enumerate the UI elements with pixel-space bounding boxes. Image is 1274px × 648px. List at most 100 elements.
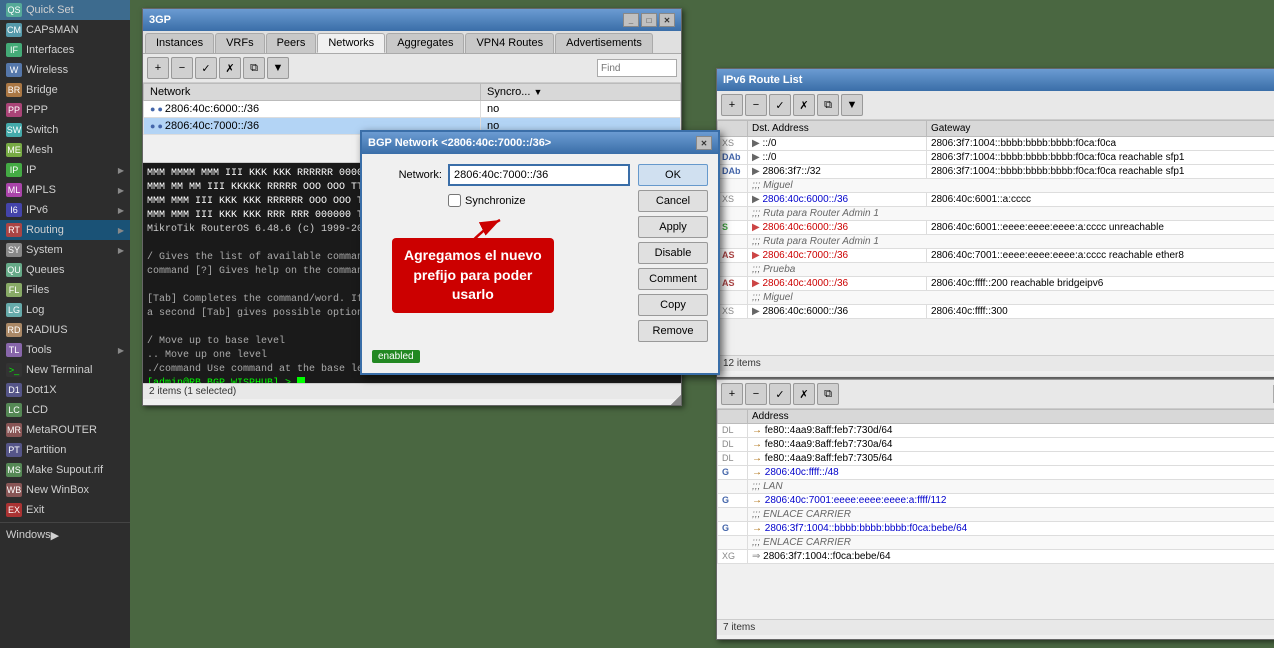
find-input[interactable] bbox=[597, 59, 677, 77]
sidebar-item-wireless[interactable]: W Wireless bbox=[0, 60, 130, 80]
sidebar-item-lcd[interactable]: LC LCD bbox=[0, 400, 130, 420]
addr-remove-btn[interactable]: − bbox=[745, 383, 767, 405]
ipv6-cross-btn[interactable]: ✗ bbox=[793, 94, 815, 116]
sidebar-item-ip[interactable]: IP IP ▶ bbox=[0, 160, 130, 180]
ipv6-check-btn[interactable]: ✓ bbox=[769, 94, 791, 116]
bgp-maximize-btn[interactable]: □ bbox=[641, 13, 657, 27]
sidebar-item-switch[interactable]: SW Switch bbox=[0, 120, 130, 140]
tab-vrfs[interactable]: VRFs bbox=[215, 33, 265, 53]
col-address[interactable]: Address bbox=[748, 410, 1274, 424]
filter-button[interactable]: ▼ bbox=[267, 57, 289, 79]
route-row[interactable]: XS ▶ 2806:40c:6000::/36 2806:40c:6001::a… bbox=[718, 193, 1274, 207]
dialog-close-btn[interactable]: ✕ bbox=[696, 136, 712, 150]
addr-row[interactable]: G → 2806:40c:ffff::/48 bbox=[718, 466, 1274, 480]
addr-cell: 2806:3f7:1004::bbbb:bbbb:bbbb:f0ca:bebe/… bbox=[765, 523, 967, 534]
col-addr-flag[interactable] bbox=[718, 410, 748, 424]
col-dst[interactable]: Dst. Address bbox=[748, 121, 927, 137]
sidebar-item-metarouter[interactable]: MR MetaROUTER bbox=[0, 420, 130, 440]
ipv6-table-scroll[interactable]: Dst. Address Gateway Distance ▼ XS ▶ ::/… bbox=[717, 120, 1274, 355]
addr-add-btn[interactable]: + bbox=[721, 383, 743, 405]
addr-row[interactable]: XG ⇒ 2806:3f7:1004::f0ca:bebe/64 bbox=[718, 550, 1274, 564]
sidebar-item-terminal[interactable]: >_ New Terminal bbox=[0, 360, 130, 380]
sidebar-item-queues[interactable]: QU Queues bbox=[0, 260, 130, 280]
addr-copy-btn[interactable]: ⧉ bbox=[817, 383, 839, 405]
ok-button[interactable]: OK bbox=[638, 164, 708, 186]
route-row[interactable]: DAb ▶ 2806:3f7::/32 2806:3f7:1004::bbbb:… bbox=[718, 165, 1274, 179]
copy-toolbar-button[interactable]: ⧉ bbox=[243, 57, 265, 79]
bgp-resize[interactable] bbox=[671, 395, 681, 405]
sidebar-item-log[interactable]: LG Log bbox=[0, 300, 130, 320]
add-button[interactable]: + bbox=[147, 57, 169, 79]
addr-row[interactable]: DL → fe80::4aa9:8aff:feb7:7305/64 bbox=[718, 452, 1274, 466]
route-row[interactable]: AS ▶ 2806:40c:4000::/36 2806:40c:ffff::2… bbox=[718, 277, 1274, 291]
sidebar-item-files[interactable]: FL Files bbox=[0, 280, 130, 300]
route-row[interactable]: XS ▶ 2806:40c:6000::/36 2806:40c:ffff::3… bbox=[718, 305, 1274, 319]
sidebar-item-exit[interactable]: EX Exit bbox=[0, 500, 130, 520]
sync-cell: no bbox=[481, 101, 681, 118]
route-row[interactable]: AS ▶ 2806:40c:7000::/36 2806:40c:7001::e… bbox=[718, 249, 1274, 263]
cross-button[interactable]: ✗ bbox=[219, 57, 241, 79]
comment-button[interactable]: Comment bbox=[638, 268, 708, 290]
tab-networks[interactable]: Networks bbox=[317, 33, 385, 53]
tab-aggregates[interactable]: Aggregates bbox=[386, 33, 464, 53]
sidebar-item-interfaces[interactable]: IF Interfaces bbox=[0, 40, 130, 60]
ipv6-add-btn[interactable]: + bbox=[721, 94, 743, 116]
copy-button[interactable]: Copy bbox=[638, 294, 708, 316]
sidebar-item-quickset[interactable]: QS Quick Set bbox=[0, 0, 130, 20]
sidebar-item-make-supout[interactable]: MS Make Supout.rif bbox=[0, 460, 130, 480]
tab-instances[interactable]: Instances bbox=[145, 33, 214, 53]
sidebar-item-mpls[interactable]: ML MPLS ▶ bbox=[0, 180, 130, 200]
ipv6-copy-btn[interactable]: ⧉ bbox=[817, 94, 839, 116]
addr-row[interactable]: DL → fe80::4aa9:8aff:feb7:730d/64 bbox=[718, 424, 1274, 438]
cancel-button[interactable]: Cancel bbox=[638, 190, 708, 212]
bgp-dialog-titlebar[interactable]: BGP Network <2806:40c:7000::/36> ✕ bbox=[362, 132, 718, 154]
addr-row[interactable]: DL → fe80::4aa9:8aff:feb7:730a/64 bbox=[718, 438, 1274, 452]
comment-label: Comment bbox=[649, 273, 697, 285]
sidebar-item-ipv6[interactable]: I6 IPv6 ▶ bbox=[0, 200, 130, 220]
col-network[interactable]: Network bbox=[144, 84, 481, 101]
addr-cross-btn[interactable]: ✗ bbox=[793, 383, 815, 405]
check-button[interactable]: ✓ bbox=[195, 57, 217, 79]
sidebar-item-tools[interactable]: TL Tools ▶ bbox=[0, 340, 130, 360]
apply-button[interactable]: Apply bbox=[638, 216, 708, 238]
addr-table-scroll[interactable]: Address DL → fe80::4aa9:8aff:feb7:730d/6… bbox=[717, 409, 1274, 619]
col-gateway[interactable]: Gateway bbox=[926, 121, 1274, 137]
sidebar-item-mesh[interactable]: ME Mesh bbox=[0, 140, 130, 160]
sidebar-item-dot1x[interactable]: D1 Dot1X bbox=[0, 380, 130, 400]
sidebar-item-bridge[interactable]: BR Bridge bbox=[0, 80, 130, 100]
sidebar-item-routing[interactable]: RT Routing ▶ bbox=[0, 220, 130, 240]
sidebar-item-capsman[interactable]: CM CAPsMAN bbox=[0, 20, 130, 40]
sidebar-item-new-winbox[interactable]: WB New WinBox bbox=[0, 480, 130, 500]
sidebar-item-radius[interactable]: RD RADIUS bbox=[0, 320, 130, 340]
remove-dialog-button[interactable]: Remove bbox=[638, 320, 708, 342]
sidebar-item-windows[interactable]: Windows ▶ bbox=[0, 525, 130, 545]
network-input[interactable] bbox=[448, 164, 630, 186]
route-row[interactable]: XS ▶ ::/0 2806:3f7:1004::bbbb:bbbb:bbbb:… bbox=[718, 137, 1274, 151]
table-row[interactable]: ● ● 2806:40c:6000::/36 no bbox=[144, 101, 681, 118]
route-row[interactable]: S ▶ 2806:40c:6000::/36 2806:40c:6001::ee… bbox=[718, 221, 1274, 235]
col-syncro[interactable]: Syncro... ▼ bbox=[481, 84, 681, 101]
addr-row[interactable]: G → 2806:40c:7001:eeee:eeee:eeee:a:ffff/… bbox=[718, 494, 1274, 508]
col-flag[interactable] bbox=[718, 121, 748, 137]
ipv6-remove-btn[interactable]: − bbox=[745, 94, 767, 116]
route-row[interactable]: DAb ▶ ::/0 2806:3f7:1004::bbbb:bbbb:bbbb… bbox=[718, 151, 1274, 165]
bgp-close-btn[interactable]: ✕ bbox=[659, 13, 675, 27]
sidebar-item-system[interactable]: SY System ▶ bbox=[0, 240, 130, 260]
sidebar-item-partition[interactable]: PT Partition bbox=[0, 440, 130, 460]
terminal-cursor bbox=[297, 377, 305, 383]
ipv6-titlebar[interactable]: IPv6 Route List _ □ ✕ bbox=[717, 69, 1274, 91]
comment-row: ;;; ENLACE CARRIER bbox=[718, 536, 1274, 550]
bgp-titlebar[interactable]: 3GP _ □ ✕ bbox=[143, 9, 681, 31]
tab-peers[interactable]: Peers bbox=[266, 33, 317, 53]
bgp-minimize-btn[interactable]: _ bbox=[623, 13, 639, 27]
addr-row[interactable]: G → 2806:3f7:1004::bbbb:bbbb:bbbb:f0ca:b… bbox=[718, 522, 1274, 536]
tab-vpn4routes[interactable]: VPN4 Routes bbox=[465, 33, 554, 53]
comment-text: ;;; Miguel bbox=[752, 292, 793, 303]
sync-checkbox[interactable] bbox=[448, 194, 461, 207]
remove-button[interactable]: − bbox=[171, 57, 193, 79]
addr-check-btn[interactable]: ✓ bbox=[769, 383, 791, 405]
sidebar-item-ppp[interactable]: PP PPP bbox=[0, 100, 130, 120]
ipv6-filter-btn[interactable]: ▼ bbox=[841, 94, 863, 116]
tab-advertisements[interactable]: Advertisements bbox=[555, 33, 653, 53]
disable-button[interactable]: Disable bbox=[638, 242, 708, 264]
